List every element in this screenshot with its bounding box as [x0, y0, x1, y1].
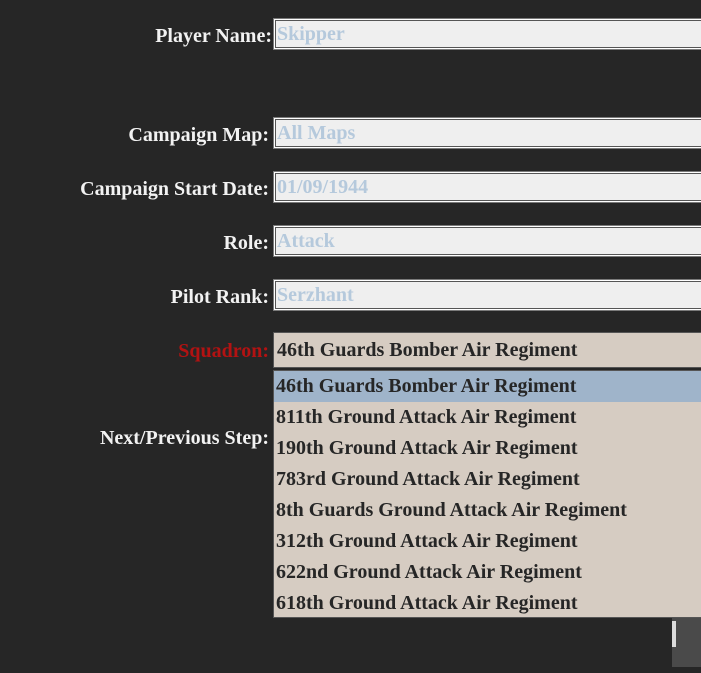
- squadron-option[interactable]: 8th Guards Ground Attack Air Regiment: [274, 495, 701, 526]
- campaign-map-field[interactable]: All Maps: [273, 117, 701, 149]
- button-edge: [672, 621, 676, 647]
- squadron-option[interactable]: 811th Ground Attack Air Regiment: [274, 402, 701, 433]
- squadron-option[interactable]: 783rd Ground Attack Air Regiment: [274, 464, 701, 495]
- next-previous-step-label: Next/Previous Step:: [99, 427, 269, 449]
- campaign-start-date-label: Campaign Start Date:: [80, 178, 269, 200]
- role-field[interactable]: Attack: [273, 225, 701, 257]
- campaign-start-date-field[interactable]: 01/09/1944: [273, 171, 701, 203]
- squadron-dropdown-list[interactable]: 46th Guards Bomber Air Regiment 811th Gr…: [273, 370, 701, 618]
- squadron-select[interactable]: 46th Guards Bomber Air Regiment: [273, 332, 701, 368]
- squadron-option[interactable]: 190th Ground Attack Air Regiment: [274, 433, 701, 464]
- squadron-option[interactable]: 46th Guards Bomber Air Regiment: [274, 371, 701, 402]
- squadron-label: Squadron:: [178, 340, 269, 362]
- squadron-option[interactable]: 622nd Ground Attack Air Regiment: [274, 557, 701, 588]
- pilot-rank-label: Pilot Rank:: [170, 286, 269, 308]
- squadron-option[interactable]: 618th Ground Attack Air Regiment: [274, 588, 701, 617]
- campaign-setup-form: Player Name: Skipper Campaign Map: All M…: [0, 0, 701, 673]
- campaign-map-label: Campaign Map:: [128, 124, 269, 146]
- player-name-field[interactable]: Skipper: [273, 18, 701, 50]
- pilot-rank-field[interactable]: Serzhant: [273, 279, 701, 311]
- player-name-label: Player Name:: [155, 25, 272, 47]
- squadron-option[interactable]: 312th Ground Attack Air Regiment: [274, 526, 701, 557]
- role-label: Role:: [223, 232, 269, 254]
- next-step-button[interactable]: [672, 617, 701, 667]
